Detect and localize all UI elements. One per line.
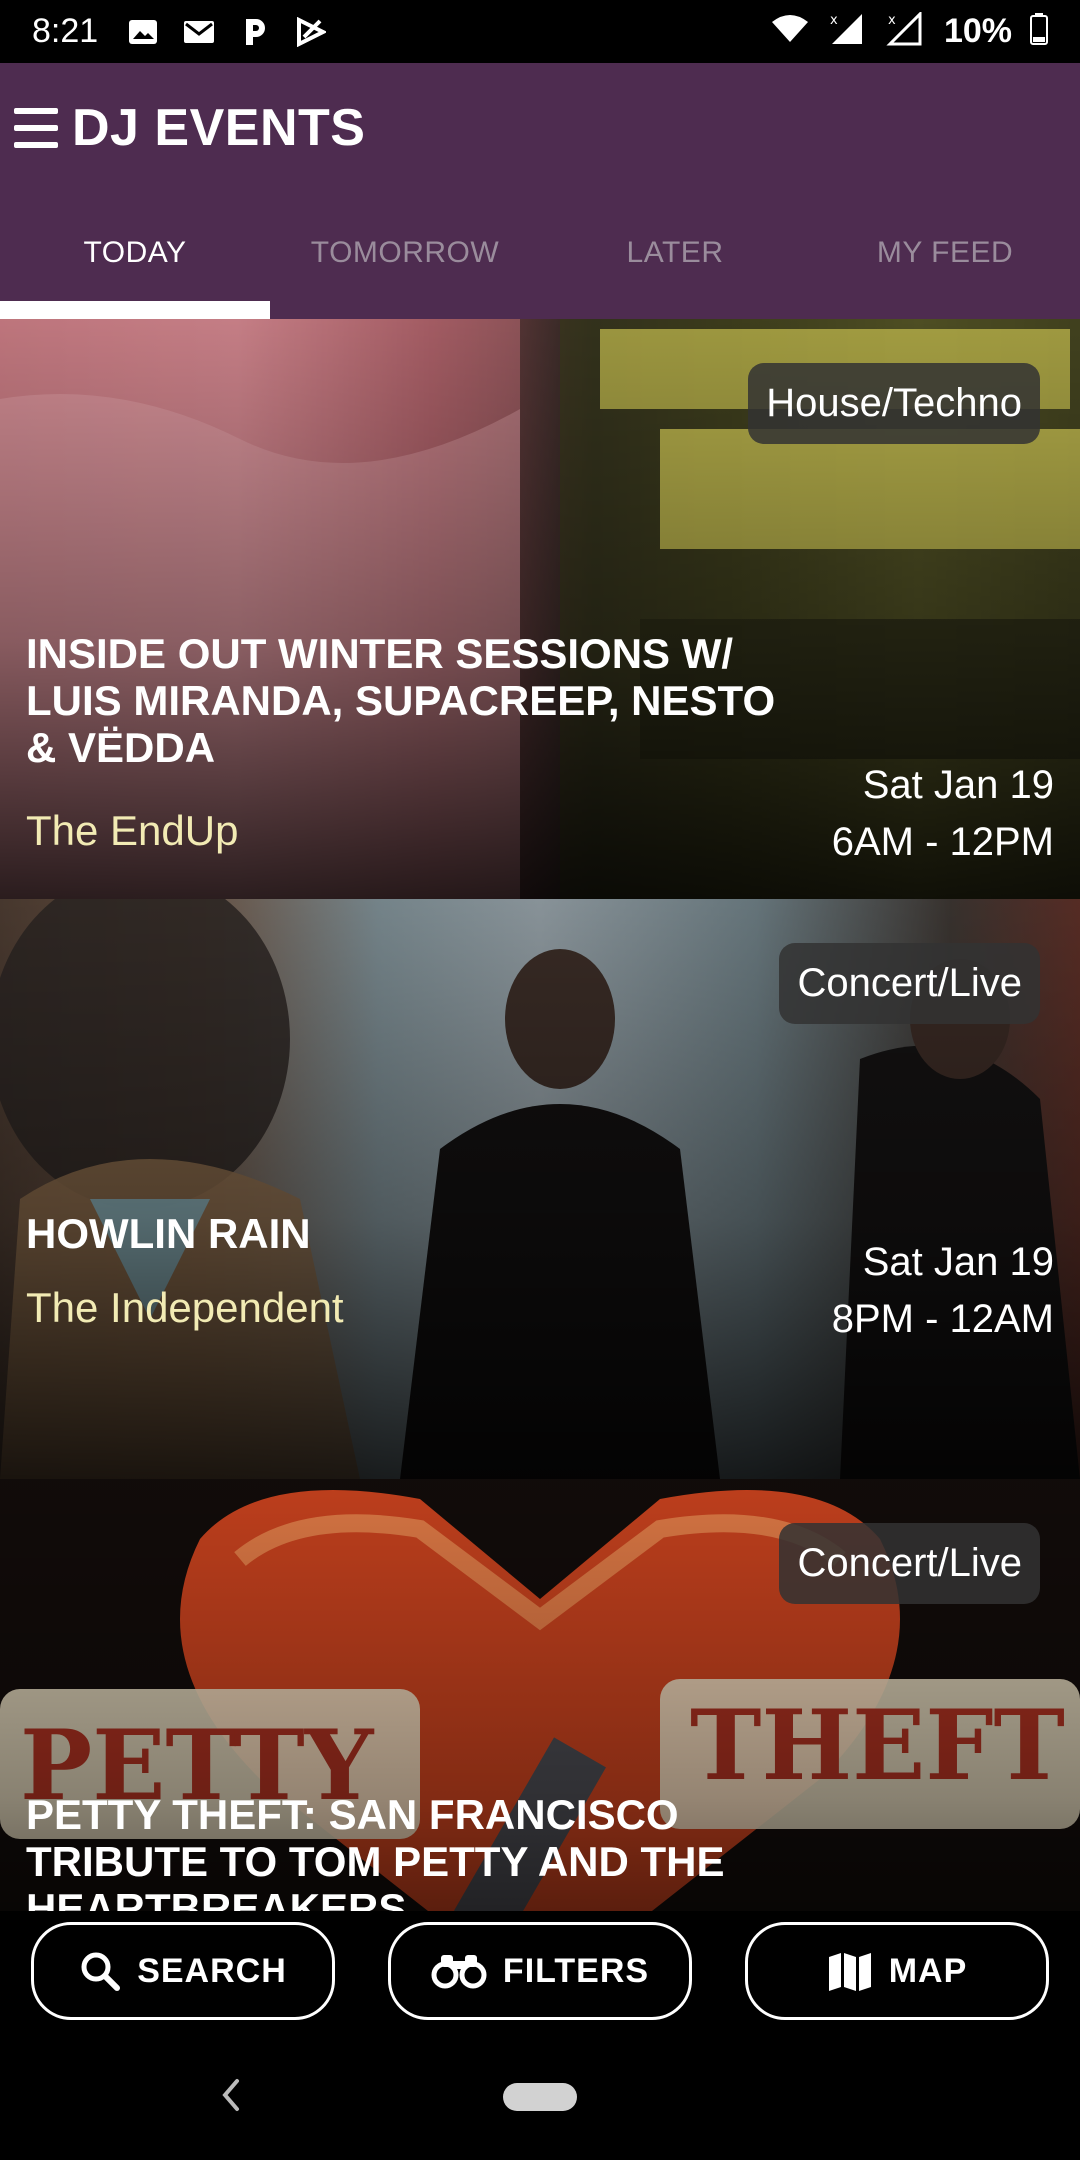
- event-card[interactable]: House/Techno INSIDE OUT WINTER SESSIONS …: [0, 319, 1080, 899]
- tab-later[interactable]: LATER: [540, 193, 810, 319]
- battery-percent: 10%: [943, 12, 1012, 50]
- event-time: 6AM - 12PM: [831, 820, 1054, 864]
- genre-badge: House/Techno: [748, 363, 1040, 444]
- filters-button[interactable]: FILTERS: [388, 1922, 692, 2020]
- event-venue[interactable]: The Independent: [26, 1284, 344, 1332]
- hamburger-menu-icon[interactable]: [14, 108, 58, 148]
- event-title: HOWLIN RAIN: [26, 1210, 311, 1257]
- event-datetime: Sat Jan 19 6AM - 12PM: [832, 757, 1054, 871]
- battery-icon: [1030, 13, 1048, 50]
- event-date: Sat Jan 19: [862, 763, 1054, 807]
- pandora-icon: [238, 17, 272, 47]
- svg-text:x: x: [888, 13, 896, 28]
- app-bar: DJ EVENTS TODAY TOMORROW LATER MY FEED: [0, 63, 1080, 319]
- notification-icons: [126, 16, 328, 47]
- play-store-icon: [294, 16, 328, 47]
- tab-my-feed[interactable]: MY FEED: [810, 193, 1080, 319]
- event-card[interactable]: PETTY THEFT Concert/Live PETTY THEFT: SA…: [0, 1479, 1080, 1911]
- event-date: Sat Jan 19: [862, 1240, 1054, 1284]
- signal-icon: x: [828, 12, 868, 51]
- genre-badge: Concert/Live: [779, 1523, 1040, 1604]
- system-nav-bar: [0, 2031, 1080, 2160]
- filters-label: FILTERS: [502, 1951, 650, 1990]
- search-icon: [79, 1950, 121, 1992]
- event-list: House/Techno INSIDE OUT WINTER SESSIONS …: [0, 319, 1080, 1911]
- title-row: DJ EVENTS: [0, 63, 1080, 193]
- event-title: INSIDE OUT WINTER SESSIONS W/ LUIS MIRAN…: [26, 630, 776, 771]
- back-icon[interactable]: [215, 2075, 245, 2115]
- genre-badge: Concert/Live: [779, 943, 1040, 1024]
- event-venue[interactable]: The EndUp: [26, 807, 238, 855]
- map-label: MAP: [888, 1951, 968, 1990]
- map-button[interactable]: MAP: [745, 1922, 1049, 2020]
- home-pill-icon[interactable]: [503, 2083, 577, 2111]
- image-icon: [126, 17, 160, 47]
- app-title: DJ EVENTS: [72, 99, 366, 157]
- search-label: SEARCH: [137, 1951, 287, 1990]
- tab-today[interactable]: TODAY: [0, 193, 270, 319]
- status-time: 8:21: [32, 12, 99, 50]
- event-time: 8PM - 12AM: [831, 1297, 1054, 1341]
- tab-tomorrow[interactable]: TOMORROW: [270, 193, 540, 319]
- map-icon: [827, 1951, 873, 1991]
- bottom-actions: SEARCH FILTERS MAP: [0, 1911, 1080, 2031]
- wifi-icon: [770, 14, 810, 49]
- binoculars-icon: [431, 1953, 487, 1989]
- signal-2-icon: x: [886, 10, 926, 51]
- search-button[interactable]: SEARCH: [31, 1922, 335, 2020]
- event-card[interactable]: Concert/Live HOWLIN RAIN The Independent…: [0, 899, 1080, 1479]
- svg-text:x: x: [830, 13, 838, 28]
- event-datetime: Sat Jan 19 8PM - 12AM: [832, 1234, 1054, 1348]
- event-title: PETTY THEFT: SAN FRANCISCO TRIBUTE TO TO…: [26, 1791, 725, 1911]
- status-bar: 8:21 x x 10%: [0, 0, 1080, 63]
- tab-bar: TODAY TOMORROW LATER MY FEED: [0, 193, 1080, 319]
- status-right: x x 10%: [770, 10, 1048, 51]
- gmail-icon: [182, 17, 216, 47]
